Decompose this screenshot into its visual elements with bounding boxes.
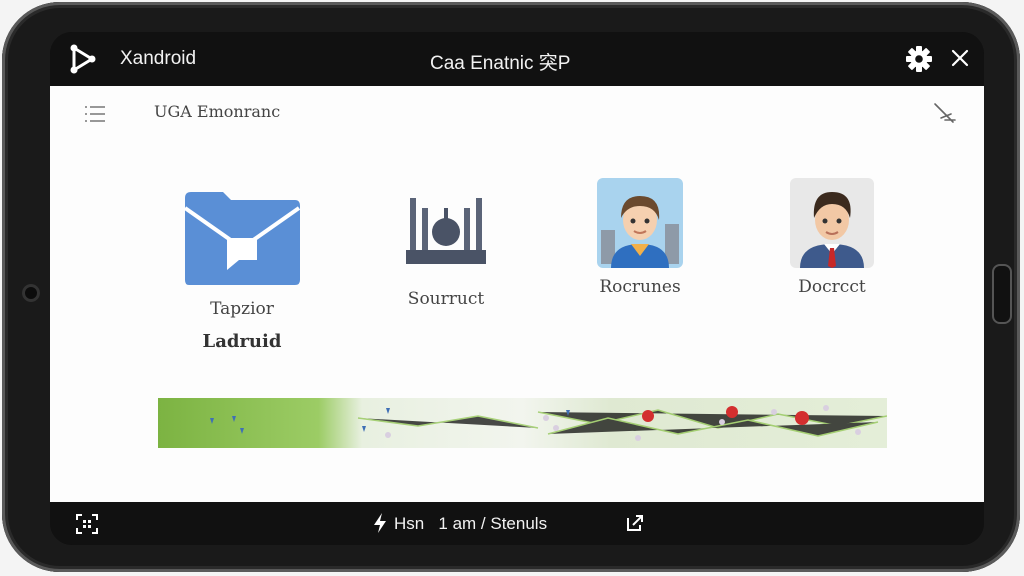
content-area: UGA Emonranc Tapzior Ladruid Sourruct Ro… <box>50 86 984 502</box>
front-camera <box>22 284 40 302</box>
status-text: Hsn 1 am / Stenuls <box>394 514 548 533</box>
external-link-icon[interactable] <box>625 513 645 533</box>
tile-rocrunes[interactable]: Rocrunes <box>584 178 696 297</box>
bolt-icon <box>374 513 386 533</box>
tile-label: Rocrunes <box>599 277 681 297</box>
bottom-bar: Hsn 1 am / Stenuls <box>50 502 984 545</box>
gear-icon[interactable] <box>905 45 933 73</box>
user-avatar-icon <box>790 178 874 268</box>
equalizer-icon <box>406 198 486 264</box>
mail-folder-icon <box>183 192 301 285</box>
tile-tapzior[interactable]: Tapzior Ladruid <box>182 190 302 352</box>
list-menu-icon[interactable] <box>83 104 107 124</box>
close-icon[interactable] <box>947 45 973 71</box>
content-title: UGA Emonranc <box>154 102 281 121</box>
qr-scan-icon[interactable] <box>76 514 98 534</box>
tile-docrcct[interactable]: Docrcct <box>776 178 888 297</box>
map-strip[interactable] <box>158 398 887 448</box>
tile-sublabel: Ladruid <box>202 331 282 352</box>
tile-label: Tapzior <box>210 299 274 319</box>
side-button[interactable] <box>992 264 1012 324</box>
screen: Xandroid Caa Enatnic 突P UGA Emonranc Tap… <box>50 32 984 545</box>
user-avatar-icon <box>597 178 683 268</box>
top-bar: Xandroid Caa Enatnic 突P <box>50 32 984 86</box>
device-frame: Xandroid Caa Enatnic 突P UGA Emonranc Tap… <box>2 2 1020 572</box>
share-logo-icon[interactable] <box>68 44 98 74</box>
dismiss-icon[interactable] <box>931 100 957 126</box>
tile-sourruct[interactable]: Sourruct <box>390 192 502 309</box>
window-title: Caa Enatnic 突P <box>430 53 571 74</box>
app-name: Xandroid <box>120 48 197 69</box>
tile-label: Sourruct <box>407 289 485 309</box>
tile-label: Docrcct <box>798 277 866 297</box>
